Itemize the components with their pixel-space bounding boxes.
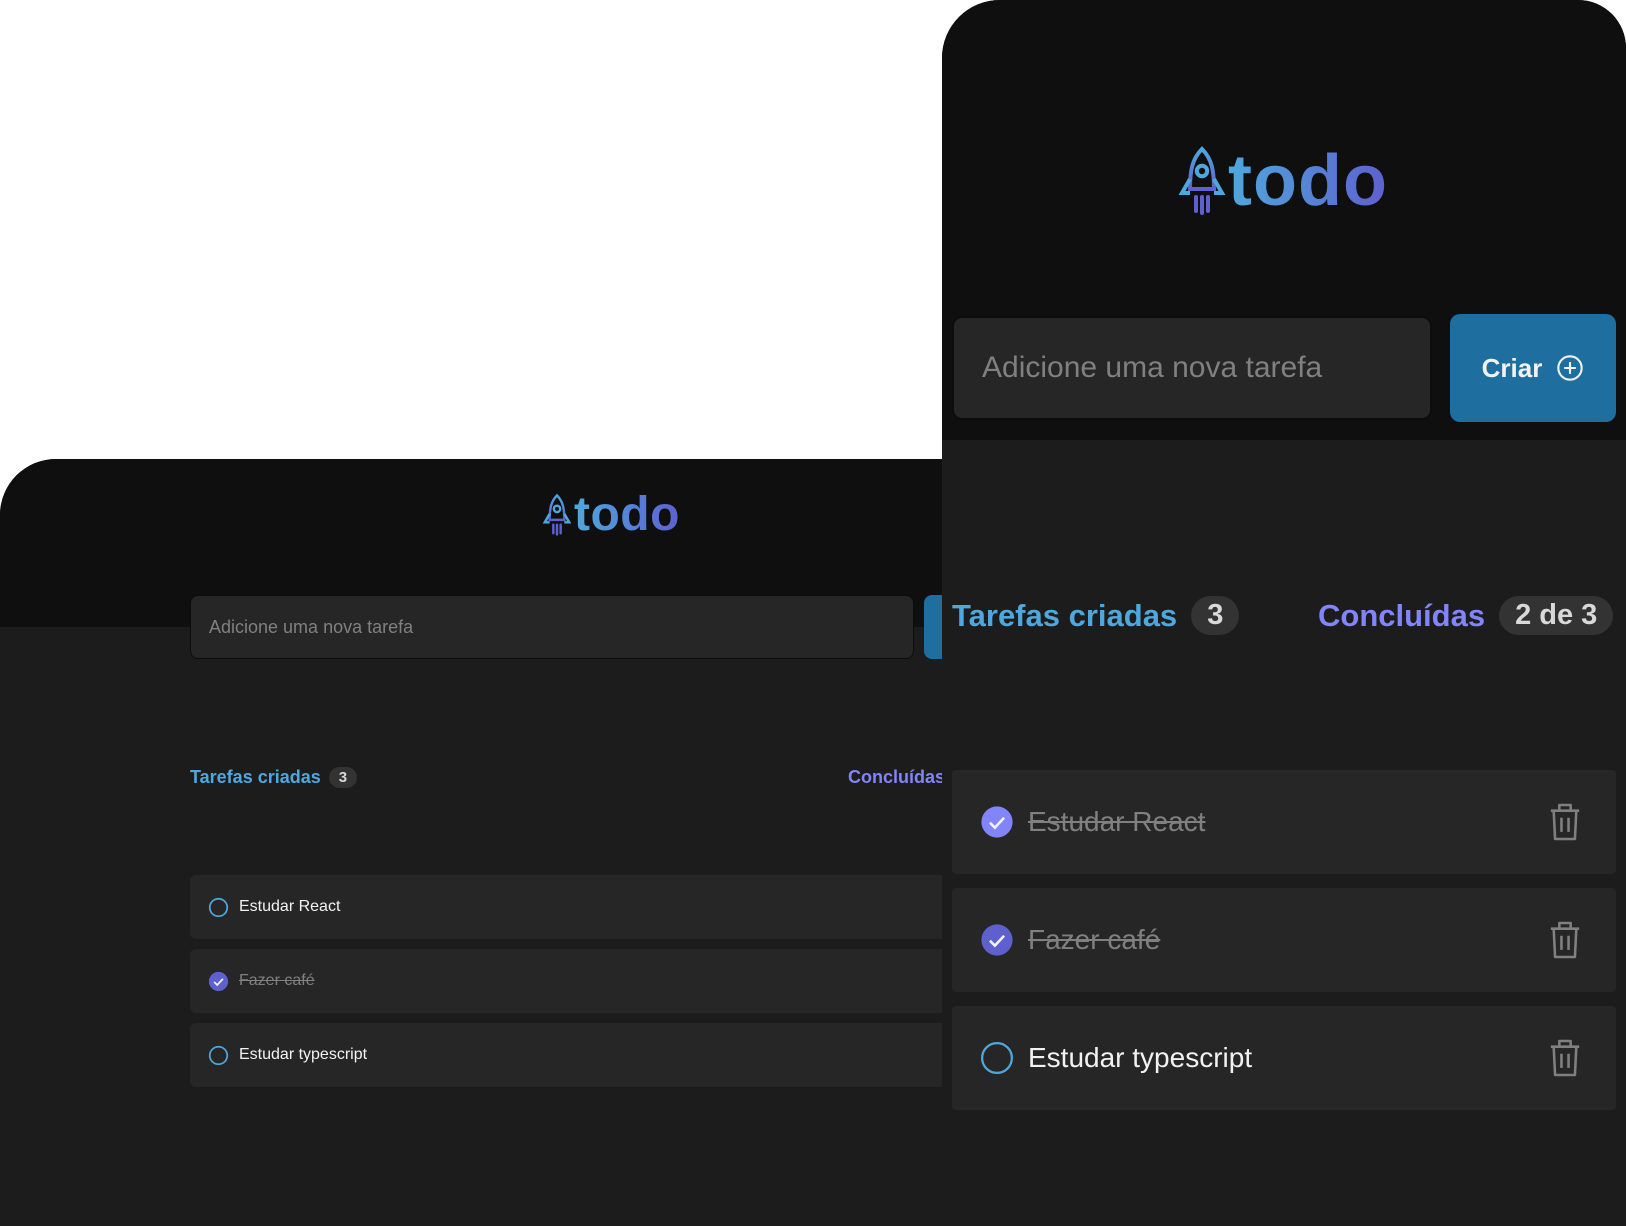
rocket-icon (542, 493, 572, 536)
check-circle-icon[interactable] (980, 805, 1014, 839)
input-placeholder: Adicione uma nova tarefa (982, 351, 1323, 384)
trash-icon[interactable] (1548, 920, 1582, 960)
check-circle-icon[interactable] (980, 923, 1014, 957)
task-text: Estudar React (239, 898, 341, 915)
task-text: Fazer café (239, 972, 315, 989)
empty-circle-icon[interactable] (208, 897, 229, 918)
done-count-badge: 2 de 3 (1499, 596, 1614, 635)
trash-icon[interactable] (1548, 1038, 1582, 1078)
front-task-item: Fazer café (952, 888, 1616, 992)
task-text: Estudar React (1028, 806, 1206, 837)
back-task-item: Estudar React (190, 875, 990, 939)
stage: todo Adicione uma nova tarefa Tarefas cr… (0, 0, 1626, 1226)
back-logo: todo (542, 491, 680, 539)
front-new-task-input[interactable]: Adicione uma nova tarefa (952, 316, 1432, 420)
front-app-window: todo Adicione uma nova tarefa Criar Tare… (942, 0, 1626, 1226)
back-new-task-input[interactable]: Adicione uma nova tarefa (190, 595, 914, 659)
logo-text: todo (1228, 141, 1388, 221)
created-label: Tarefas criadas (190, 767, 321, 787)
front-task-item: Estudar typescript (952, 1006, 1616, 1110)
created-label: Tarefas criadas (952, 597, 1178, 633)
logo-text: todo (574, 488, 680, 541)
empty-circle-icon[interactable] (208, 1045, 229, 1066)
input-placeholder: Adicione uma nova tarefa (209, 616, 414, 637)
create-button-label: Criar (1481, 352, 1543, 383)
front-task-item: Estudar React (952, 770, 1616, 874)
created-count-badge: 3 (1191, 596, 1240, 635)
trash-icon[interactable] (1548, 802, 1582, 842)
front-done-stats: Concluídas 2 de 3 (1318, 596, 1614, 635)
back-created-stats: Tarefas criadas 3 (190, 767, 358, 788)
check-circle-icon[interactable] (208, 971, 229, 992)
plus-circle-icon (1557, 355, 1584, 381)
back-done-label: Concluídas (848, 767, 946, 787)
task-text: Estudar typescript (1028, 1042, 1253, 1073)
rocket-icon (1178, 146, 1226, 215)
back-task-item: Estudar typescript (190, 1023, 990, 1087)
back-task-item: Fazer café (190, 949, 990, 1013)
done-label: Concluídas (1318, 597, 1486, 633)
front-created-stats: Tarefas criadas 3 (952, 596, 1240, 635)
create-button[interactable]: Criar (1450, 314, 1616, 422)
front-logo: todo (1178, 144, 1388, 218)
empty-circle-icon[interactable] (980, 1041, 1014, 1075)
task-text: Fazer café (1028, 924, 1161, 955)
task-text: Estudar typescript (239, 1046, 368, 1063)
created-count-badge: 3 (328, 767, 358, 788)
